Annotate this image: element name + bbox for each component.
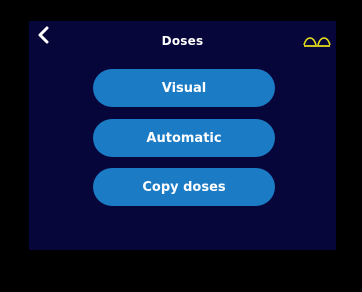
- visual-button[interactable]: Visual: [93, 69, 275, 107]
- copy-doses-button[interactable]: Copy doses: [93, 168, 275, 206]
- automatic-button[interactable]: Automatic: [93, 119, 275, 157]
- glasses-button[interactable]: [303, 35, 331, 49]
- glasses-icon: [303, 37, 331, 47]
- page-title: Doses: [161, 34, 204, 48]
- display-screen: Doses Visual Automatic Copy doses: [29, 21, 336, 250]
- device-frame: Doses Visual Automatic Copy doses: [0, 0, 362, 292]
